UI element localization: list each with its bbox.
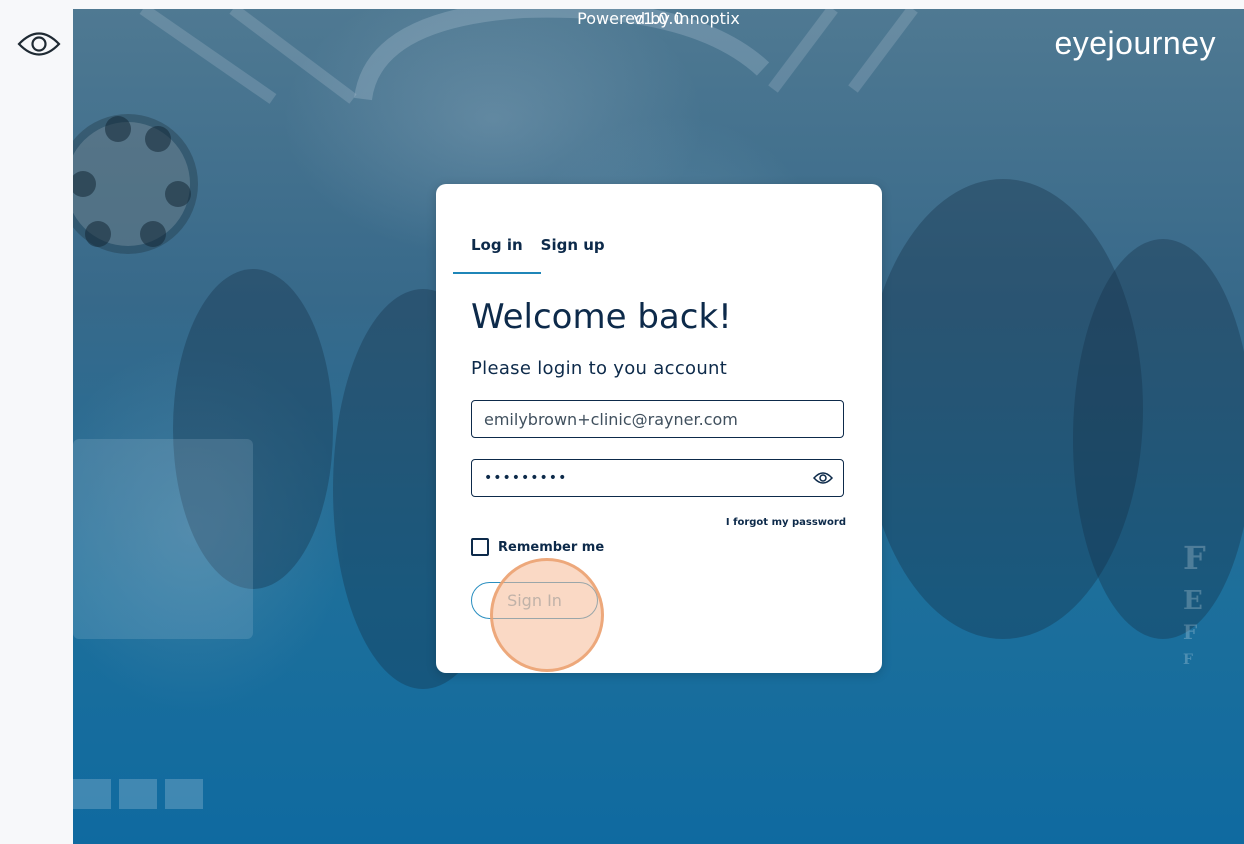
page-subtitle: Please login to you account bbox=[471, 358, 728, 379]
auth-tabs: Log in Sign up bbox=[453, 232, 623, 274]
email-input[interactable] bbox=[482, 408, 833, 430]
password-field[interactable] bbox=[471, 459, 844, 497]
email-field[interactable] bbox=[471, 400, 844, 438]
tab-sign-up[interactable]: Sign up bbox=[541, 232, 623, 272]
svg-text:F: F bbox=[1183, 539, 1206, 577]
password-input[interactable] bbox=[482, 469, 813, 487]
remember-me-checkbox[interactable] bbox=[471, 538, 489, 556]
eye-icon[interactable] bbox=[17, 25, 61, 63]
brand-logo: eyejourney bbox=[1054, 25, 1216, 61]
tab-log-in[interactable]: Log in bbox=[453, 232, 541, 274]
page-title: Welcome back! bbox=[471, 297, 732, 337]
show-password-icon[interactable] bbox=[812, 467, 833, 489]
svg-text:F: F bbox=[1183, 652, 1193, 668]
side-rail bbox=[0, 0, 73, 844]
sign-in-button[interactable]: Sign In bbox=[471, 582, 598, 619]
version-text: v1.0.0 bbox=[633, 9, 684, 28]
remember-me: Remember me bbox=[471, 538, 604, 556]
svg-text:F: F bbox=[1183, 620, 1197, 644]
forgot-password-link[interactable]: I forgot my password bbox=[726, 517, 846, 528]
login-card: Log in Sign up Welcome back! Please logi… bbox=[436, 184, 882, 673]
svg-text:E: E bbox=[1183, 586, 1203, 616]
remember-me-label: Remember me bbox=[498, 539, 605, 555]
